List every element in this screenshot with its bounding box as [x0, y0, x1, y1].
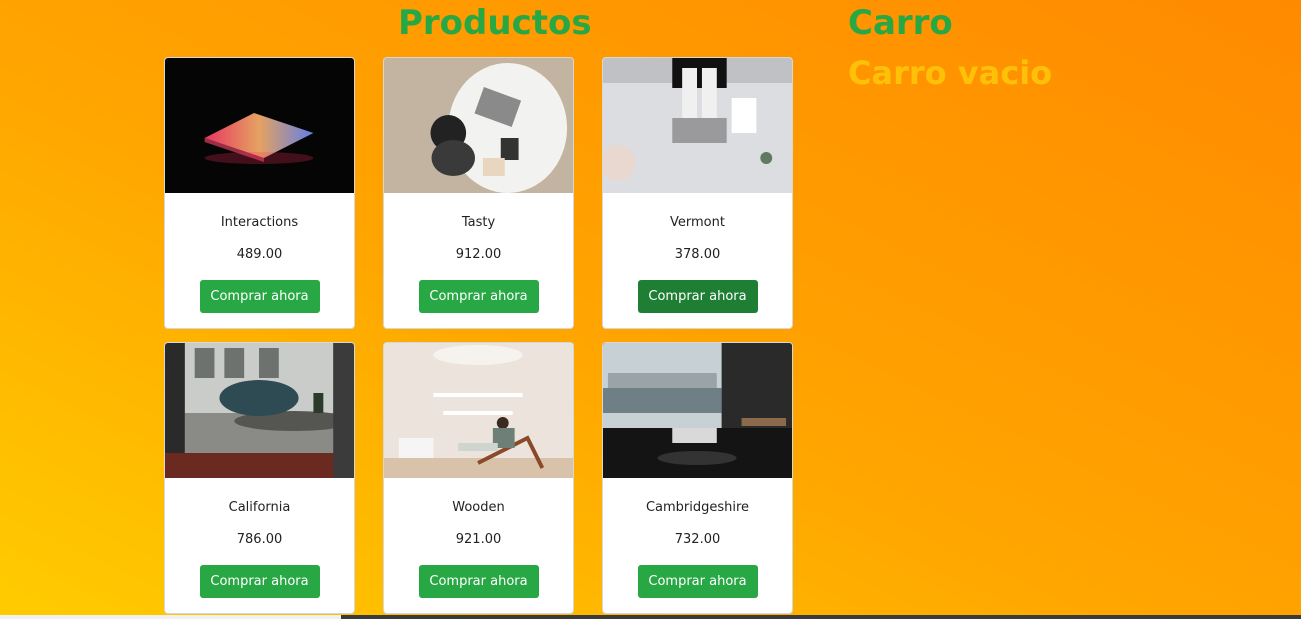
lounge-chair-image — [384, 343, 573, 478]
products-heading: Productos — [398, 3, 592, 43]
product-price: 921.00 — [455, 532, 502, 547]
cart-empty-message: Carro vacio — [848, 54, 1053, 92]
scrollbar-track — [0, 615, 341, 619]
product-price: 732.00 — [674, 532, 721, 547]
product-card: Tasty 912.00 Comprar ahora — [383, 57, 574, 329]
product-name: Interactions — [220, 215, 299, 230]
product-name: Cambridgeshire — [645, 500, 750, 515]
product-name: Vermont — [670, 215, 725, 230]
product-card: Wooden 921.00 Comprar ahora — [383, 342, 574, 614]
buy-now-button[interactable]: Comprar ahora — [199, 280, 320, 313]
buy-now-button[interactable]: Comprar ahora — [637, 565, 758, 598]
taskbar-strip — [341, 615, 1301, 619]
cart-heading: Carro — [848, 3, 953, 43]
product-card: Interactions 489.00 Comprar ahora — [164, 57, 355, 329]
buy-now-button[interactable]: Comprar ahora — [418, 565, 539, 598]
living-room-laptop-image — [165, 343, 354, 478]
buy-now-button[interactable]: Comprar ahora — [418, 280, 539, 313]
product-name: Wooden — [452, 500, 505, 515]
product-price: 786.00 — [236, 532, 283, 547]
buy-now-button[interactable]: Comprar ahora — [637, 280, 758, 313]
desk-overhead-image — [384, 58, 573, 193]
buy-now-button[interactable]: Comprar ahora — [199, 565, 320, 598]
product-card: Cambridgeshire 732.00 Comprar ahora — [602, 342, 793, 614]
laptop-dark-image — [165, 58, 354, 193]
product-price: 489.00 — [236, 247, 283, 262]
product-price: 378.00 — [674, 247, 721, 262]
product-name: Tasty — [461, 215, 496, 230]
product-name: California — [228, 500, 291, 515]
product-card: Vermont 378.00 Comprar ahora — [602, 57, 793, 329]
product-card: California 786.00 Comprar ahora — [164, 342, 355, 614]
product-price: 912.00 — [455, 247, 502, 262]
city-window-office-image — [603, 343, 792, 478]
typing-desk-image — [603, 58, 792, 193]
